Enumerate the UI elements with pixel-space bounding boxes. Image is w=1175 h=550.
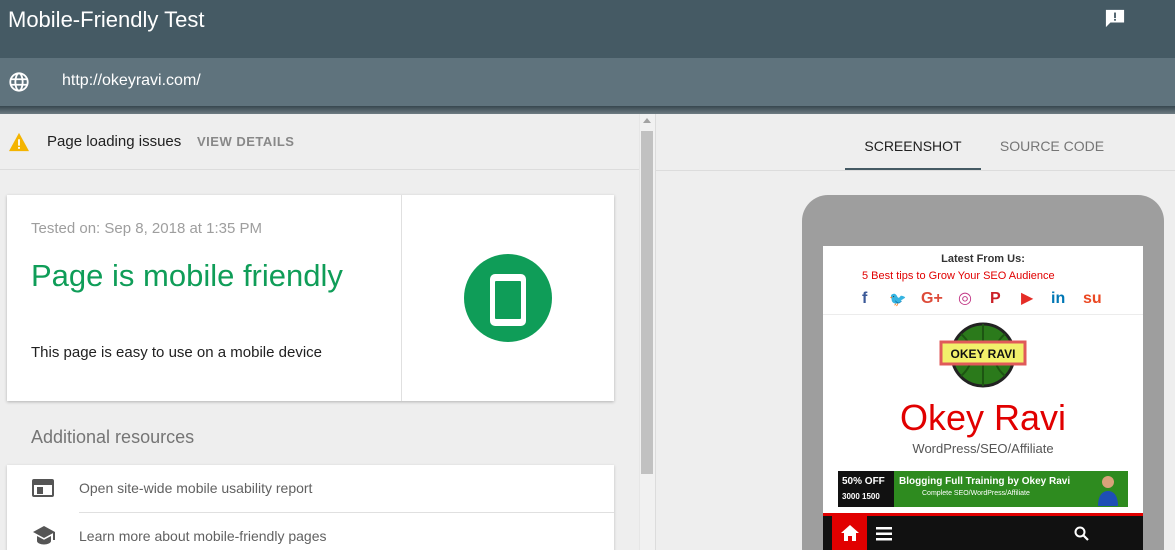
twitter-icon: 🐦 (889, 291, 907, 307)
pinterest-icon: P (990, 290, 1001, 307)
tab-screenshot[interactable]: SCREENSHOT (845, 131, 981, 170)
tabs-baseline (656, 170, 1175, 171)
web-icon (32, 479, 54, 497)
result-card-divider (401, 195, 402, 401)
scrollbar-thumb[interactable] (641, 131, 653, 474)
feedback-icon[interactable] (1104, 8, 1126, 28)
instagram-icon: ◎ (958, 290, 972, 307)
home-icon (841, 525, 859, 541)
site-tagline: WordPress/SEO/Affiliate (912, 441, 1054, 456)
latest-from-us-label: Latest From Us: (941, 253, 1025, 265)
youtube-icon: ▶ (1021, 290, 1034, 307)
tab-source-code[interactable]: SOURCE CODE (985, 131, 1119, 170)
linkedin-icon: in (1051, 290, 1066, 307)
logo-text: OKEY RAVI (951, 347, 1016, 361)
stumbleupon-icon: su (1083, 290, 1102, 307)
learn-mobile-friendly-link[interactable]: Learn more about mobile-friendly pages (79, 528, 326, 544)
verdict-heading: Page is mobile friendly (31, 258, 343, 293)
site-name: Okey Ravi (899, 397, 1067, 438)
smartphone-icon (464, 254, 552, 342)
google-plus-icon: G+ (921, 290, 943, 307)
additional-resources-heading: Additional resources (31, 427, 195, 447)
hamburger-menu-icon (876, 527, 892, 541)
latest-post-link: 5 Best tips to Grow Your SEO Audience (862, 270, 1055, 282)
scroll-up-arrow-icon[interactable] (643, 118, 651, 123)
warning-icon (9, 132, 29, 152)
banner-subtitle: Complete SEO/WordPress/Affiliate (922, 490, 1030, 497)
facebook-icon: f (862, 290, 868, 307)
okey-ravi-logo: OKEY RAVI (939, 322, 1027, 388)
app-title: Mobile-Friendly Test (8, 7, 205, 32)
globe-icon (9, 72, 29, 92)
resources-divider (79, 512, 614, 513)
person-icon (1098, 476, 1118, 506)
school-icon (33, 526, 55, 545)
view-details-button[interactable]: VIEW DETAILS (197, 134, 294, 149)
header-shadow (0, 106, 1175, 114)
search-icon (1074, 526, 1089, 541)
verdict-description: This page is easy to use on a mobile dev… (31, 344, 322, 361)
tested-on-timestamp: Tested on: Sep 8, 2018 at 1:35 PM (31, 220, 262, 237)
banner-discount: 50% OFF (842, 476, 885, 487)
site-wide-usability-report-link[interactable]: Open site-wide mobile usability report (79, 480, 312, 496)
preview-navbar (823, 516, 1143, 550)
page-loading-issues-label: Page loading issues (47, 133, 182, 150)
url-input[interactable]: http://okeyravi.com/ (62, 72, 201, 90)
banner-price: 3000 1500 (842, 492, 880, 501)
banner-title: Blogging Full Training by Okey Ravi (899, 476, 1071, 487)
preview-divider (823, 314, 1143, 315)
